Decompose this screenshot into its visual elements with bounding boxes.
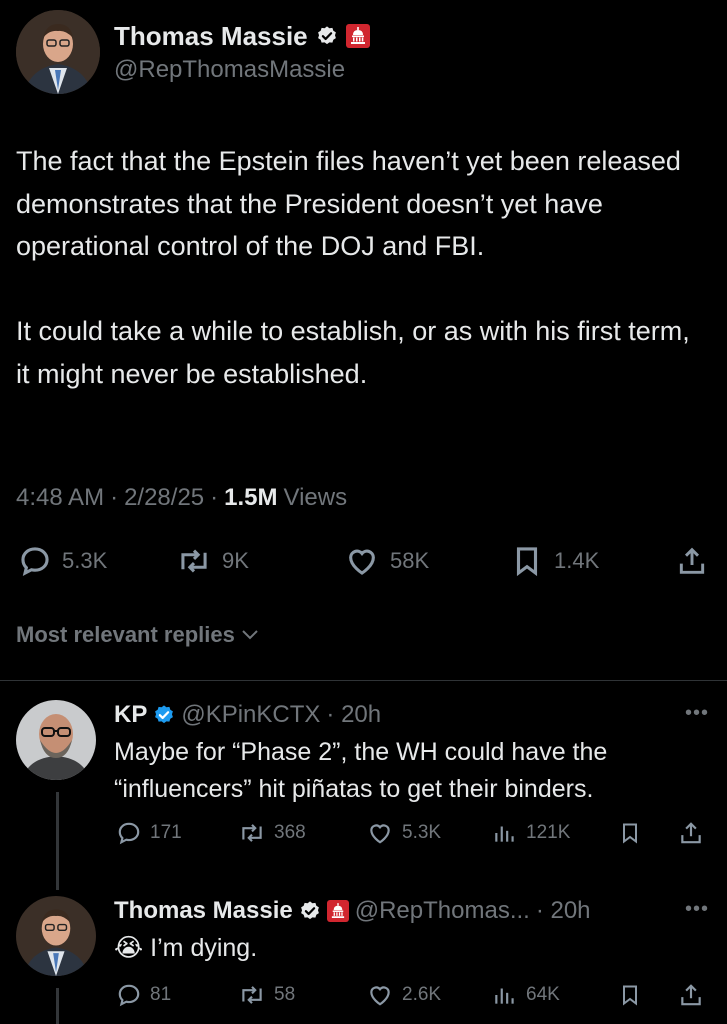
crying-emoji-icon: 😭 [114, 934, 144, 962]
replies-sort-label: Most relevant replies [16, 622, 235, 647]
share-button[interactable] [676, 544, 708, 578]
reply-author-handle[interactable]: @RepThomas... [355, 897, 530, 925]
reply-text-body: I’m dying. [150, 934, 258, 962]
heart-icon [370, 986, 390, 1006]
like-count: 5.3K [402, 822, 442, 843]
verified-badge-icon [155, 705, 174, 724]
chevron-down-icon [242, 630, 258, 640]
share-icon [681, 822, 701, 844]
like-button[interactable]: 58K [344, 544, 429, 578]
reply-text: 😭 I’m dying. [114, 930, 704, 967]
verified-badge-icon [316, 25, 338, 47]
share-button[interactable] [678, 982, 704, 1008]
meta-separator: · [210, 484, 219, 511]
repost-icon [242, 824, 262, 842]
author-handle[interactable]: @RepThomasMassie [114, 56, 370, 84]
more-options-icon[interactable]: ••• [685, 898, 709, 921]
like-count: 58K [390, 548, 430, 573]
reply-icon [118, 984, 140, 1007]
reply-item[interactable]: Thomas Massie @RepThomas... · 20h ••• 😭 … [0, 896, 727, 1024]
reply-icon [118, 822, 140, 845]
repost-icon [181, 549, 207, 573]
like-button[interactable]: 5.3K [366, 820, 441, 846]
analytics-icon [495, 826, 514, 842]
capitol-badge-icon [326, 900, 349, 922]
reply-header: Thomas Massie @RepThomas... · 20h [114, 896, 591, 926]
tweet-time[interactable]: 4:48 AM [16, 484, 104, 512]
reply-button[interactable]: 5.3K [18, 544, 107, 578]
like-button[interactable]: 2.6K [366, 982, 441, 1008]
reply-author-name[interactable]: KP [114, 701, 147, 729]
reply-author-handle[interactable]: @KPinKCTX [181, 701, 320, 729]
reply-header: KP @KPinKCTX · 20h [114, 700, 381, 730]
capitol-badge-icon [345, 24, 370, 48]
bookmark-button[interactable] [618, 820, 642, 846]
reply-count: 81 [150, 984, 172, 1005]
replies-sort-dropdown[interactable]: Most relevant replies [16, 622, 259, 648]
bookmark-count: 1.4K [554, 548, 600, 573]
bookmark-icon [623, 985, 637, 1006]
bookmark-button[interactable]: 1.4K [510, 544, 599, 578]
repost-icon [242, 986, 262, 1004]
reply-icon [21, 547, 49, 576]
repost-count: 368 [274, 822, 306, 843]
reply-count: 5.3K [62, 548, 108, 573]
views-button[interactable]: 121K [492, 820, 570, 846]
views-count: 64K [526, 984, 560, 1005]
analytics-icon [495, 988, 514, 1004]
repost-button[interactable]: 368 [238, 820, 306, 846]
share-icon [681, 984, 701, 1006]
reply-time[interactable]: · 20h [536, 897, 591, 925]
author-name[interactable]: Thomas Massie [114, 21, 308, 52]
tweet-date[interactable]: 2/28/25 [124, 484, 204, 512]
share-button[interactable] [678, 820, 704, 846]
author-avatar[interactable] [16, 10, 100, 94]
reply-action-bar: 81 58 2.6K 64K [0, 982, 727, 1012]
views-button[interactable]: 64K [492, 982, 560, 1008]
tweet-text: The fact that the Epstein files haven’t … [16, 146, 690, 389]
views-count[interactable]: 1.5M [224, 484, 277, 512]
like-count: 2.6K [402, 984, 442, 1005]
verified-badge-icon [300, 901, 319, 920]
repost-button[interactable]: 9K [176, 544, 249, 578]
meta-separator: · [110, 484, 119, 511]
share-icon [679, 547, 705, 574]
repost-button[interactable]: 58 [238, 982, 295, 1008]
reply-author-name[interactable]: Thomas Massie [114, 897, 293, 925]
tweet-detail-page: Thomas Massie @RepThomasMassie The fact … [0, 0, 727, 1024]
more-options-icon[interactable]: ••• [685, 702, 709, 725]
tweet-meta: 4:48 AM · 2/28/25 · 1.5M Views [16, 484, 347, 512]
heart-icon [370, 824, 390, 844]
reply-avatar[interactable] [16, 700, 96, 780]
views-label: Views [283, 484, 348, 511]
bookmark-icon [516, 547, 538, 577]
heart-icon [349, 549, 375, 575]
bookmark-button[interactable] [618, 982, 642, 1008]
bookmark-icon [623, 823, 637, 844]
section-divider [0, 680, 727, 681]
main-tweet-header: Thomas Massie @RepThomasMassie [16, 10, 370, 94]
reply-avatar[interactable] [16, 896, 96, 976]
reply-item[interactable]: KP @KPinKCTX · 20h ••• Maybe for “Phase … [0, 700, 727, 890]
reply-button[interactable]: 171 [116, 820, 182, 846]
reply-text: Maybe for “Phase 2”, the WH could have t… [114, 738, 608, 803]
reply-action-bar: 171 368 5.3K 121K [0, 820, 727, 850]
views-count: 121K [526, 822, 571, 843]
reply-button[interactable]: 81 [116, 982, 171, 1008]
repost-count: 58 [274, 984, 296, 1005]
repost-count: 9K [222, 548, 249, 573]
reply-count: 171 [150, 822, 182, 843]
reply-time[interactable]: · 20h [326, 701, 381, 729]
tweet-action-bar: 5.3K 9K 58K 1.4K [0, 544, 727, 584]
